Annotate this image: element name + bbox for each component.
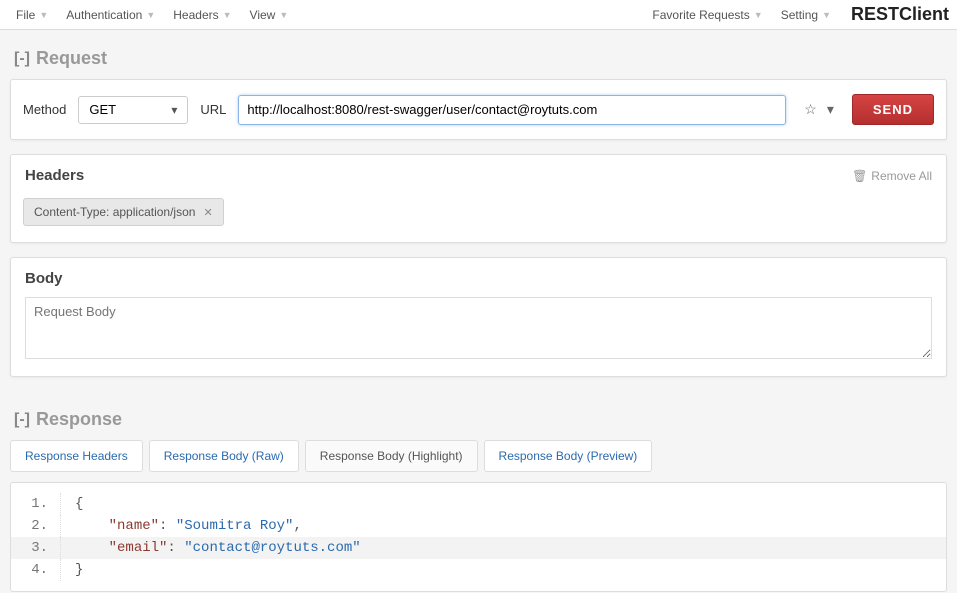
code-line: 1. { [11, 493, 946, 515]
method-select[interactable]: GET ▾ [78, 96, 188, 124]
menu-file[interactable]: File▼ [8, 4, 56, 26]
chevron-down-icon: ▼ [822, 10, 831, 20]
chevron-down-icon[interactable]: ▾ [827, 101, 834, 118]
chevron-down-icon: ▼ [146, 10, 155, 20]
line-number: 2. [11, 515, 61, 537]
line-number: 4. [11, 559, 61, 581]
code-line: 2. "name": "Soumitra Roy", [11, 515, 946, 537]
menu-view[interactable]: View▼ [242, 4, 297, 26]
star-icon[interactable]: ☆ [804, 101, 817, 118]
url-label: URL [200, 102, 226, 117]
header-chip[interactable]: Content-Type: application/json ✕ [23, 198, 224, 226]
top-menu-bar: File▼ Authentication▼ Headers▼ View▼ Fav… [0, 0, 957, 30]
trash-icon: 🗑 [852, 169, 867, 183]
collapse-icon[interactable]: [-] [14, 50, 30, 68]
chevron-down-icon: ▾ [171, 103, 177, 117]
headers-title: Headers [25, 167, 84, 184]
menu-authentication[interactable]: Authentication▼ [58, 4, 163, 26]
tab-response-body-highlight[interactable]: Response Body (Highlight) [305, 440, 478, 472]
headers-panel: Headers 🗑 Remove All Content-Type: appli… [10, 154, 947, 243]
tab-response-body-preview[interactable]: Response Body (Preview) [484, 440, 653, 472]
send-button[interactable]: SEND [852, 94, 934, 125]
close-icon[interactable]: ✕ [203, 206, 212, 219]
code-line: 3. "email": "contact@roytuts.com" [11, 537, 946, 559]
method-label: Method [23, 102, 66, 117]
menu-headers[interactable]: Headers▼ [165, 4, 239, 26]
tab-response-body-raw[interactable]: Response Body (Raw) [149, 440, 299, 472]
body-panel: Body [10, 257, 947, 377]
request-panel: Method GET ▾ URL ☆ ▾ SEND [10, 79, 947, 140]
menu-setting[interactable]: Setting▼ [773, 4, 839, 26]
chevron-down-icon: ▼ [223, 10, 232, 20]
chevron-down-icon: ▼ [754, 10, 763, 20]
menu-favorite-requests[interactable]: Favorite Requests▼ [644, 4, 770, 26]
collapse-icon[interactable]: [-] [14, 411, 30, 429]
tab-response-headers[interactable]: Response Headers [10, 440, 143, 472]
request-body-input[interactable] [25, 297, 932, 359]
line-number: 3. [11, 537, 61, 559]
line-number: 1. [11, 493, 61, 515]
url-actions: ☆ ▾ [798, 101, 840, 118]
url-input[interactable] [238, 95, 786, 125]
code-line: 4. } [11, 559, 946, 581]
menu-right-group: Favorite Requests▼ Setting▼ RESTClient [644, 4, 949, 26]
chevron-down-icon: ▼ [39, 10, 48, 20]
chevron-down-icon: ▼ [279, 10, 288, 20]
menu-left-group: File▼ Authentication▼ Headers▼ View▼ [8, 4, 296, 26]
app-brand: RESTClient [841, 4, 949, 25]
url-bar: Method GET ▾ URL ☆ ▾ SEND [11, 80, 946, 139]
body-title: Body [25, 270, 63, 287]
header-chips: Content-Type: application/json ✕ [11, 190, 946, 242]
request-section-title: [-] Request [0, 30, 957, 79]
response-tabs: Response Headers Response Body (Raw) Res… [0, 440, 957, 482]
remove-all-headers[interactable]: 🗑 Remove All [852, 169, 932, 183]
response-section-title: [-] Response [0, 391, 957, 440]
response-body: 1. { 2. "name": "Soumitra Roy", 3. "emai… [10, 482, 947, 592]
